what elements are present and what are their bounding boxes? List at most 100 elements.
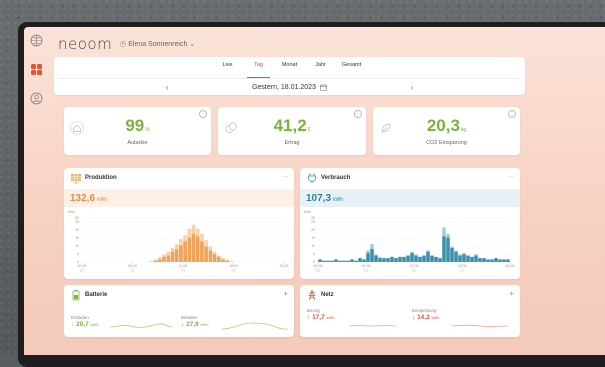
kpi-label: CO2 Einsparung [373,140,520,146]
stat-label: Beladen [181,315,198,320]
weather-icon [365,269,368,272]
y-tick-label: 15 [311,236,315,240]
user-icon[interactable] [29,91,44,106]
chart-bar [382,258,385,262]
verbrauch-total: 107,3kWh [300,189,520,207]
chart-bar [366,253,369,262]
chart-bar [322,261,325,262]
weather-icon [131,269,134,272]
x-tick-label: 12:00 [410,264,419,268]
x-tick-label: 06:00 [128,264,137,268]
weather-icon [182,269,185,272]
chart-bar [454,252,457,262]
chart-bar [414,256,417,262]
topbar: neoom Elena Sonnenreich ⌄ [58,36,195,52]
expand-icon[interactable]: + [283,289,288,298]
chart-bar [183,242,187,262]
chart-bar [209,250,213,262]
chart-bar [498,259,501,262]
dashboard-icon[interactable] [29,62,44,77]
date-label[interactable]: Gestern, 18.01.2023 [252,84,316,91]
beladen-sparkline [222,323,288,329]
tab-jahr[interactable]: Jahr [305,62,336,78]
user-menu[interactable]: Elena Sonnenreich ⌄ [120,40,195,48]
chart-bar [386,258,389,262]
stat-label: Entladen [71,315,89,320]
y-tick-label: 5 [313,252,315,256]
chart-bar [326,261,329,262]
y-tick-label: 25 [75,220,79,224]
netz-card[interactable]: Netz + Bezug ↑ 17,7 kWh Einspeisung ↓ 14… [300,285,520,337]
chart-bar [394,258,397,262]
expand-icon[interactable]: + [509,289,514,298]
kpi-unit: € [308,127,311,133]
chart-bar [426,252,429,262]
produktion-chart: kWh30252015105000:0006:0012:0018:0024:00 [64,208,294,278]
x-tick-label: 24:00 [280,264,289,268]
y-tick-label: 20 [75,228,79,232]
calendar-icon[interactable] [320,84,327,91]
produktion-unit: kWh [97,197,107,203]
prev-day-button[interactable]: ‹ [82,83,252,92]
verbrauch-value: 107,3 [306,193,331,204]
chart-bar [494,258,497,262]
kpi-autarkie-card: i 99% Autarkie [64,107,211,155]
chart-bar [410,253,413,262]
chart-bar [334,259,337,262]
produktion-card[interactable]: Produktion ··· 132,6kWh kWh3025201510500… [64,168,294,279]
chart-bar [350,259,353,262]
tab-gesamt[interactable]: Gesamt [336,62,367,78]
chart-bar [166,256,170,262]
more-icon[interactable]: ··· [282,174,288,180]
globe-icon[interactable] [29,33,44,48]
chart-bar [466,256,469,262]
chart-bar [390,257,393,262]
x-tick-label: 18:00 [458,264,467,268]
more-icon[interactable]: ··· [508,174,514,180]
x-tick-label: 12:00 [179,264,188,268]
y-tick-label: 10 [311,244,315,248]
batterie-card[interactable]: Batterie + Entladen ↑ 20,7 kWh Beladen ↓… [64,285,294,337]
chart-bar [154,261,158,262]
verbrauch-card[interactable]: Verbrauch ··· 107,3kWh kWh30252015105000… [300,168,520,279]
chart-bar [158,259,162,262]
sidebar [24,27,48,355]
y-tick-label: 25 [311,220,315,224]
x-tick-label: 24:00 [506,264,515,268]
tab-tag[interactable]: Tag [243,62,274,78]
user-name: Elena Sonnenreich [128,41,187,48]
weather-icon [461,269,464,272]
card-title: Verbrauch [321,175,350,181]
chart-bar [225,261,229,262]
card-title: Netz [321,292,334,298]
tab-monat[interactable]: Monat [274,62,305,78]
y-tick-label: 20 [311,228,315,232]
stat-label: Einspeisung [412,308,437,313]
kpi-label: Ertrag [218,140,366,146]
weather-icon [317,269,320,272]
y-tick-label: 10 [75,244,79,248]
kpi-unit: % [145,127,149,133]
chart-bar [490,259,493,262]
kpi-unit: kg [461,127,466,133]
next-day-button[interactable]: › [327,83,497,92]
tab-live[interactable]: Live [212,62,243,78]
solar-panel-icon [70,172,82,184]
battery-icon [70,289,82,301]
chart-bar [418,257,421,262]
kpi-label: Autarkie [64,140,211,146]
chart-bar [474,256,477,262]
kpi-co2-value-row: 20,3kg [373,116,520,136]
chart-bar [179,245,183,262]
chevron-down-icon: ⌄ [189,40,195,48]
chart-bar [482,258,485,262]
chart-bar [175,249,179,262]
chart-bar [422,256,425,262]
y-tick-label: 15 [75,236,79,240]
period-selector: Live Tag Monat Jahr Gesamt ‹ Gestern, 18… [54,57,525,95]
chart-bar [434,257,437,262]
verbrauch-chart: kWh30252015105000:0006:0012:0018:0024:00 [300,208,520,278]
chart-bar [438,258,441,262]
chart-bar [430,256,433,262]
chart-bar [171,252,175,262]
